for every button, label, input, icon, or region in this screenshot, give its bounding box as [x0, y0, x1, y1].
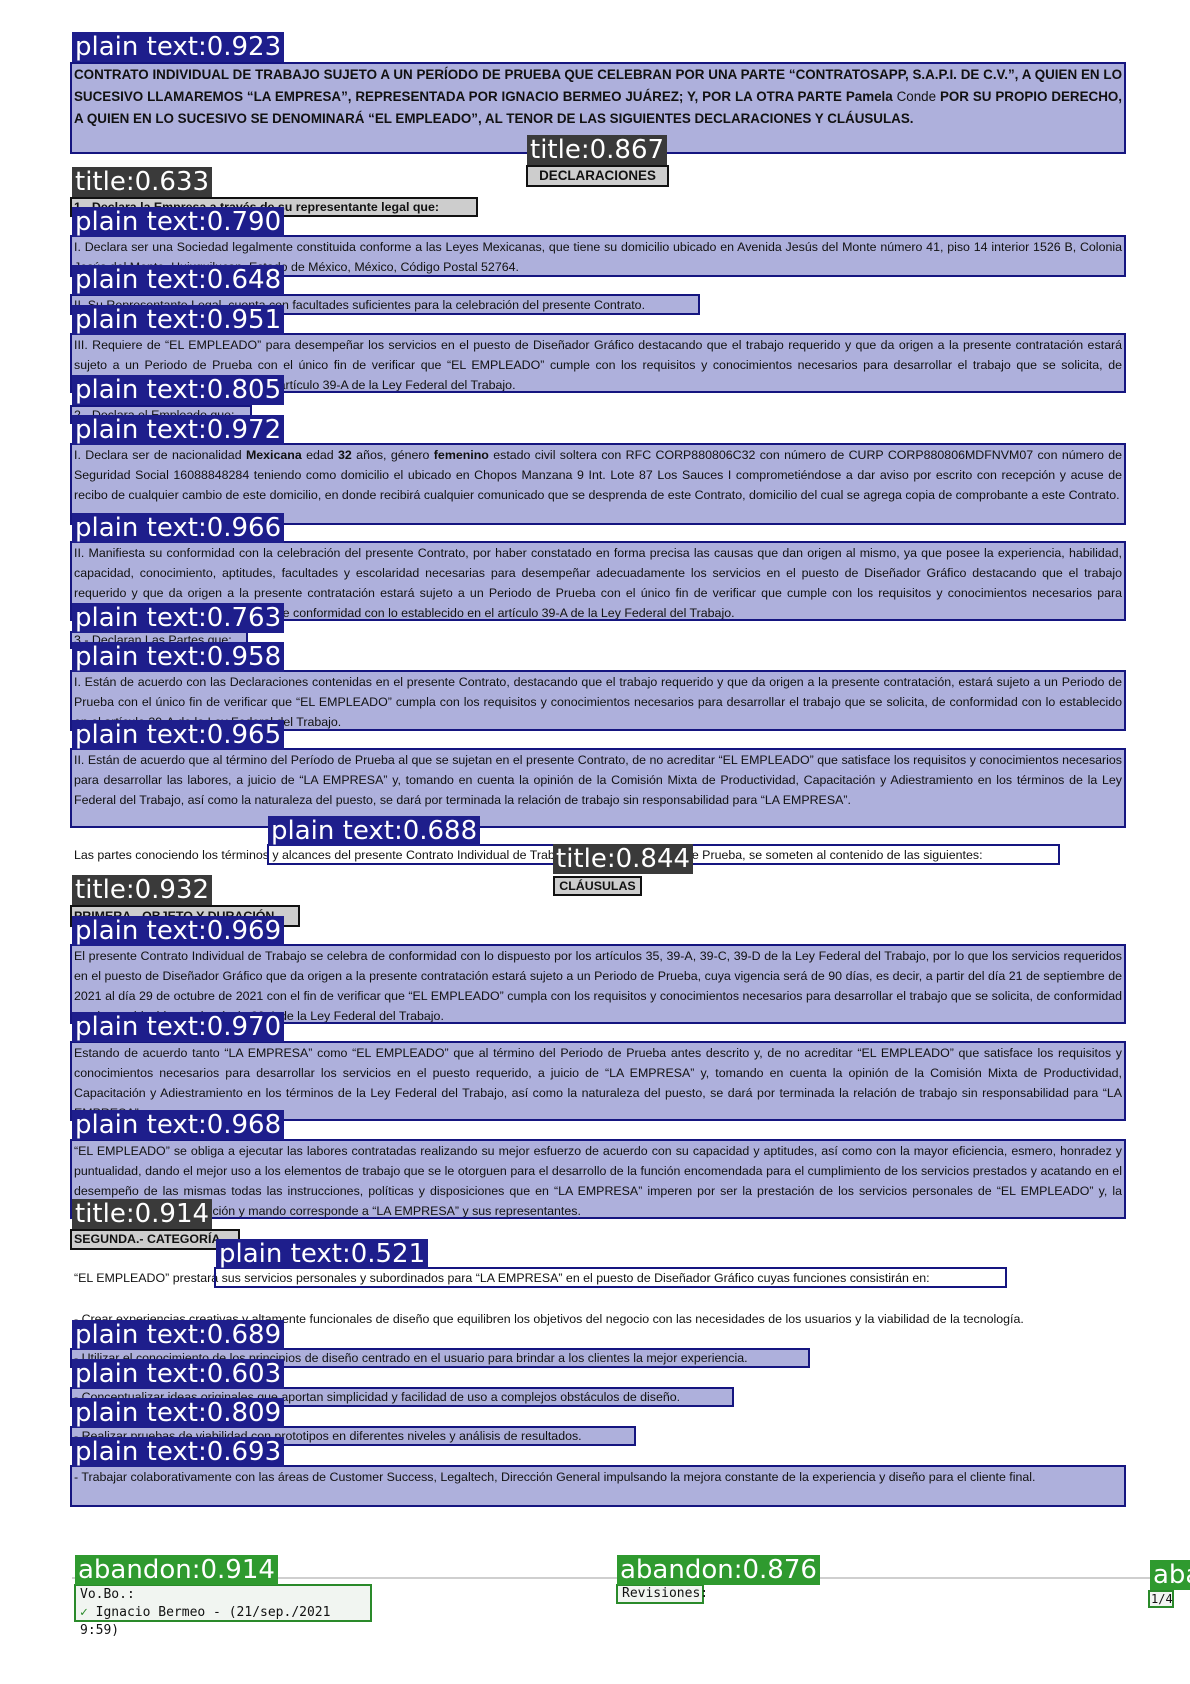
partes-declaration-2-text: II. Están de acuerdo que al término del … — [74, 753, 1122, 807]
primera-paragraph-3: “EL EMPLEADO” se obliga a ejecutar las l… — [70, 1139, 1126, 1219]
emp-text-c: años, género — [351, 448, 434, 462]
vobo-signature: ✓ Ignacio Bermeo - (21/sep./2021 9:59) — [76, 1604, 370, 1640]
layout-tag: plain text:0.521 — [216, 1239, 429, 1269]
primera-paragraph-2-text: Estando de acuerdo tanto “LA EMPRESA” co… — [74, 1046, 1122, 1119]
clausulas-title: CLÁUSULAS — [553, 876, 642, 896]
page-number: 1/4 — [1151, 1592, 1173, 1606]
layout-tag: plain text:0.968 — [72, 1110, 285, 1140]
layout-tag: plain text:0.951 — [72, 305, 285, 335]
revisiones-block: Revisiones: — [616, 1584, 709, 1604]
revisiones-label: Revisiones: — [622, 1586, 709, 1601]
primera-paragraph-3-text: “EL EMPLEADO” se obliga a ejecutar las l… — [74, 1144, 1122, 1217]
layout-tag: plain text:0.693 — [72, 1437, 285, 1467]
layout-tag: title:0.932 — [72, 875, 213, 905]
primera-paragraph-2: Estando de acuerdo tanto “LA EMPRESA” co… — [70, 1041, 1126, 1121]
layout-tag: abandon:0.876 — [617, 1555, 820, 1585]
emp-gender: femenino — [433, 448, 489, 462]
intro-name: Conde — [896, 89, 937, 104]
layout-tag: plain text:0.966 — [72, 513, 285, 543]
layout-tag: plain text:0.805 — [72, 375, 285, 405]
emp-nationality: Mexicana — [245, 448, 302, 462]
declaraciones-title-text: DECLARACIONES — [539, 168, 656, 183]
vobo-signer: Ignacio Bermeo - (21/sep./2021 9:59) — [80, 1605, 331, 1638]
layout-tag: title:0.914 — [72, 1199, 213, 1229]
layout-tag: plain text:0.688 — [268, 816, 481, 846]
emp-text-a: I. Declara ser de nacionalidad — [74, 448, 246, 462]
layout-tag: plain text:0.763 — [72, 603, 285, 633]
layout-tag: plain text:0.809 — [72, 1398, 285, 1428]
layout-tag: plain text:0.972 — [72, 415, 285, 445]
layout-tag: abandon — [1150, 1560, 1190, 1590]
primera-paragraph-1-text: El presente Contrato Individual de Traba… — [74, 949, 1122, 1022]
check-icon: ✓ — [80, 1605, 88, 1620]
layout-tag: title:0.844 — [553, 844, 694, 874]
layout-tag: plain text:0.923 — [72, 32, 285, 62]
segunda-intro-detection — [214, 1267, 1007, 1288]
layout-tag: plain text:0.648 — [72, 265, 285, 295]
layout-tag: plain text:0.969 — [72, 916, 285, 946]
page-number-box: 1/4 — [1148, 1590, 1174, 1608]
layout-tag: plain text:0.970 — [72, 1012, 285, 1042]
funcion-item-5: - Trabajar colaborativamente con las áre… — [70, 1465, 1126, 1507]
emp-age: 32 — [338, 448, 352, 462]
layout-tag: plain text:0.689 — [72, 1320, 285, 1350]
declaraciones-title: DECLARACIONES — [526, 165, 669, 187]
funcion-item-5-text: - Trabajar colaborativamente con las áre… — [74, 1470, 1036, 1484]
vobo-block: Vo.Bo.: ✓ Ignacio Bermeo - (21/sep./2021… — [74, 1584, 372, 1638]
partes-declaration-2: II. Están de acuerdo que al término del … — [70, 748, 1126, 828]
layout-tag: plain text:0.603 — [72, 1359, 285, 1389]
clausulas-title-text: CLÁUSULAS — [559, 879, 636, 893]
segunda-heading-text: SEGUNDA.- CATEGORÍA — [74, 1232, 221, 1246]
empleado-declaration-1-text: I. Declara ser de nacionalidad Mexicana … — [72, 445, 1124, 523]
layout-tag: title:0.633 — [72, 167, 213, 197]
layout-tag: plain text:0.965 — [72, 720, 285, 750]
vobo-label: Vo.Bo.: — [80, 1587, 135, 1602]
layout-tag: plain text:0.790 — [72, 207, 285, 237]
emp-text-b: edad — [301, 448, 339, 462]
layout-tag: abandon:0.914 — [75, 1555, 278, 1585]
segunda-heading: SEGUNDA.- CATEGORÍA — [70, 1229, 240, 1250]
layout-tag: plain text:0.958 — [72, 642, 285, 672]
layout-tag: title:0.867 — [527, 135, 668, 165]
